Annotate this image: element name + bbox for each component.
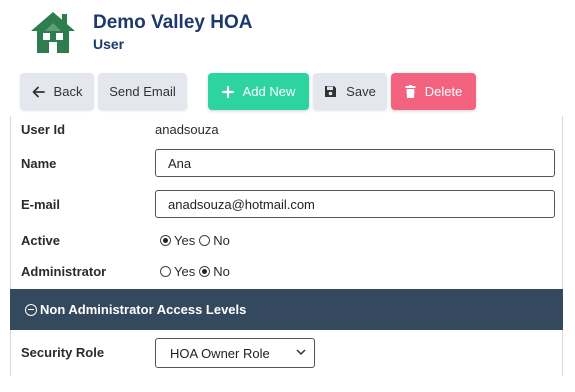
name-field-value: Ana xyxy=(168,155,192,171)
active-label: Active xyxy=(21,233,61,248)
delete-button[interactable]: Delete xyxy=(391,73,476,110)
add-new-button[interactable]: Add New xyxy=(208,73,309,110)
access-levels-section-header[interactable]: Non Administrator Access Levels xyxy=(10,289,563,330)
org-title: Demo Valley HOA xyxy=(93,12,253,33)
save-label: Save xyxy=(346,84,376,99)
back-label: Back xyxy=(53,84,83,99)
active-no-radio[interactable] xyxy=(199,235,211,246)
house-logo-icon xyxy=(31,12,75,53)
admin-no-label: No xyxy=(213,264,230,279)
active-yes-label: Yes xyxy=(174,233,196,248)
admin-no-radio[interactable] xyxy=(199,266,211,277)
active-radio-group: Yes No xyxy=(160,233,234,248)
security-role-value: HOA Owner Role xyxy=(170,345,270,361)
email-field[interactable]: anadsouza@hotmail.com xyxy=(155,190,555,218)
email-field-value: anadsouza@hotmail.com xyxy=(168,196,315,212)
plus-icon xyxy=(221,85,234,98)
delete-label: Delete xyxy=(424,84,463,99)
user-id-label: User Id xyxy=(21,122,66,137)
name-field[interactable]: Ana xyxy=(155,149,555,177)
trash-icon xyxy=(405,85,416,98)
email-label: E-mail xyxy=(21,197,61,212)
chevron-down-icon xyxy=(296,349,306,356)
add-new-label: Add New xyxy=(242,84,296,99)
administrator-label: Administrator xyxy=(21,264,107,279)
save-button[interactable]: Save xyxy=(313,73,387,110)
security-role-select[interactable]: HOA Owner Role xyxy=(155,338,315,368)
administrator-radio-group: Yes No xyxy=(160,264,234,279)
page-subtitle: User xyxy=(93,36,125,52)
admin-yes-label: Yes xyxy=(174,264,196,279)
collapse-minus-icon[interactable] xyxy=(25,303,37,316)
send-email-label: Send Email xyxy=(109,84,176,99)
back-button[interactable]: Back xyxy=(20,73,94,110)
active-no-label: No xyxy=(213,233,230,248)
admin-yes-radio[interactable] xyxy=(160,266,171,277)
save-disk-icon xyxy=(324,85,337,98)
arrow-left-icon xyxy=(32,86,45,98)
security-role-label: Security Role xyxy=(21,345,105,360)
active-yes-radio[interactable] xyxy=(160,235,171,246)
send-email-button[interactable]: Send Email xyxy=(98,73,187,110)
name-label: Name xyxy=(21,156,57,171)
access-levels-title: Non Administrator Access Levels xyxy=(40,302,247,317)
user-id-value: anadsouza xyxy=(155,122,219,137)
